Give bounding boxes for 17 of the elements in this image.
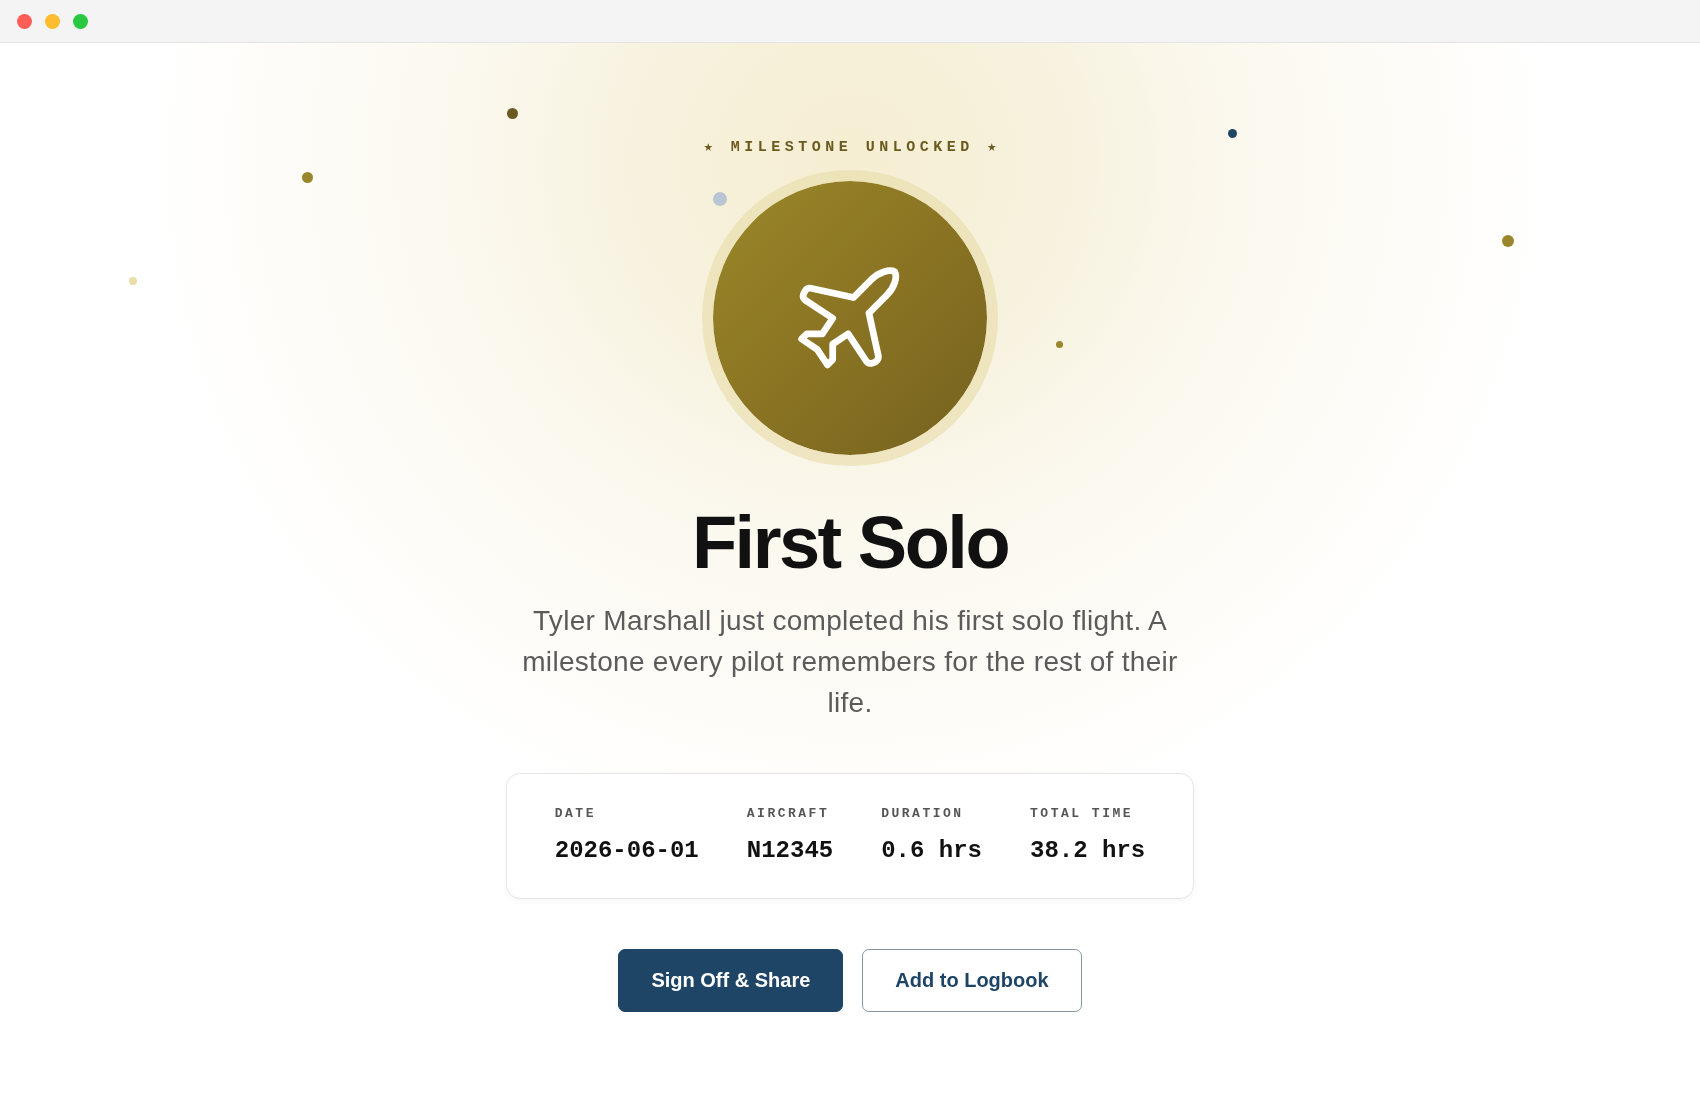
maximize-icon[interactable]: [73, 13, 88, 29]
add-to-logbook-button[interactable]: Add to Logbook: [862, 949, 1082, 1012]
stat-value: N12345: [746, 836, 834, 866]
stat-label: DATE: [554, 805, 597, 823]
stat-label: DURATION: [881, 805, 965, 823]
minimize-icon[interactable]: [45, 13, 60, 29]
stat-value: 2026-06-01: [554, 836, 699, 866]
stat-label: TOTAL TIME: [1030, 805, 1135, 823]
airplane-icon: [798, 267, 900, 369]
stat-label: AIRCRAFT: [746, 805, 831, 823]
stat-value: 0.6 hrs: [881, 836, 983, 866]
sign-off-share-button[interactable]: Sign Off & Share: [618, 949, 844, 1012]
stat-value: 38.2 hrs: [1030, 836, 1146, 866]
close-icon[interactable]: [17, 13, 32, 29]
milestone-description: Tyler Marshall just completed his first solo flight. A milestone every pilot remembers for the rest of their life.: [521, 604, 1179, 720]
milestone-title: First Solo: [691, 500, 1009, 586]
milestone-label: ★ MILESTONE UNLOCKED ★: [702, 138, 1001, 158]
